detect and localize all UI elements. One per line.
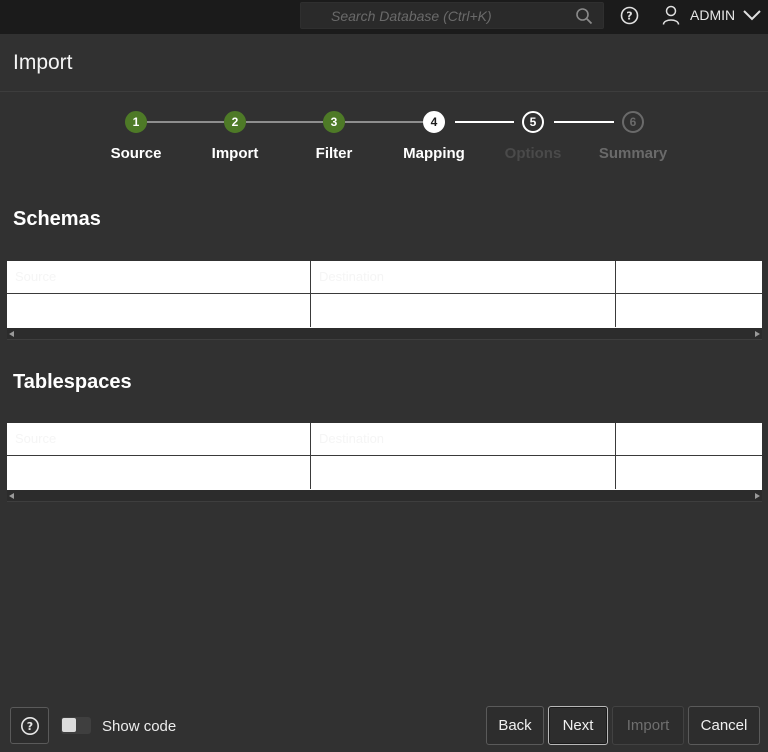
- next-button[interactable]: Next: [548, 706, 608, 745]
- step-1-indicator[interactable]: 1: [125, 111, 147, 133]
- step-connector: [345, 121, 423, 123]
- back-button[interactable]: Back: [486, 706, 544, 745]
- grid-cell[interactable]: [7, 456, 311, 489]
- step-3-indicator[interactable]: 3: [323, 111, 345, 133]
- column-header-destination[interactable]: Destination: [311, 261, 616, 294]
- column-header-destination[interactable]: Destination: [311, 423, 616, 456]
- scroll-right-icon[interactable]: [755, 493, 760, 499]
- chevron-down-icon[interactable]: [742, 8, 762, 22]
- table-row[interactable]: [7, 456, 762, 489]
- table-row[interactable]: [7, 294, 762, 327]
- column-header-source[interactable]: Source: [7, 261, 311, 294]
- search-icon[interactable]: [575, 7, 593, 25]
- scroll-right-icon[interactable]: [755, 331, 760, 337]
- grid-cell[interactable]: [311, 456, 616, 489]
- cancel-button[interactable]: Cancel: [688, 706, 760, 745]
- scroll-left-icon[interactable]: [9, 331, 14, 337]
- step-4-indicator[interactable]: 4: [423, 111, 445, 133]
- step-1-label[interactable]: Source: [81, 145, 191, 162]
- search-placeholder: Search Database (Ctrl+K): [331, 8, 492, 24]
- user-icon[interactable]: [662, 5, 680, 25]
- tablespaces-grid: Source Destination: [7, 423, 762, 490]
- schemas-grid: Source Destination: [7, 261, 762, 328]
- help-icon[interactable]: ?: [620, 6, 639, 25]
- tablespaces-heading: Tablespaces: [13, 371, 132, 393]
- step-5-label[interactable]: Options: [478, 145, 588, 162]
- show-code-label: Show code: [102, 718, 177, 735]
- step-connector: [246, 121, 323, 123]
- help-button[interactable]: ?: [10, 707, 49, 744]
- step-6-label: Summary: [598, 145, 668, 162]
- wizard-stepper: 1 2 3 4 5 6 Source Import Filter Mapping…: [0, 100, 768, 170]
- step-connector: [147, 121, 224, 123]
- grid-header-row: Source Destination: [7, 261, 762, 294]
- step-4-label[interactable]: Mapping: [379, 145, 489, 162]
- page-header: Import: [0, 34, 768, 92]
- step-5-indicator[interactable]: 5: [522, 111, 544, 133]
- step-2-label[interactable]: Import: [180, 145, 290, 162]
- user-menu-button[interactable]: ADMIN: [690, 7, 735, 23]
- grid-cell[interactable]: [7, 294, 311, 327]
- tablespaces-horizontal-scrollbar[interactable]: [7, 490, 762, 502]
- column-header-source[interactable]: Source: [7, 423, 311, 456]
- top-bar: Search Database (Ctrl+K) ? ADMIN: [0, 0, 768, 34]
- show-code-toggle[interactable]: [61, 717, 91, 734]
- help-icon: ?: [21, 717, 39, 735]
- column-header-extra: [616, 423, 762, 456]
- step-connector: [455, 121, 514, 123]
- step-3-label[interactable]: Filter: [279, 145, 389, 162]
- scroll-left-icon[interactable]: [9, 493, 14, 499]
- grid-cell[interactable]: [311, 294, 616, 327]
- grid-cell[interactable]: [616, 456, 762, 489]
- step-6-indicator: 6: [622, 111, 644, 133]
- step-connector: [554, 121, 614, 123]
- schemas-horizontal-scrollbar[interactable]: [7, 328, 762, 340]
- search-input[interactable]: Search Database (Ctrl+K): [300, 2, 604, 29]
- grid-header-row: Source Destination: [7, 423, 762, 456]
- import-button: Import: [612, 706, 684, 745]
- toggle-knob: [62, 718, 76, 732]
- schemas-heading: Schemas: [13, 208, 101, 230]
- svg-text:?: ?: [626, 10, 632, 23]
- column-header-extra: [616, 261, 762, 294]
- svg-text:?: ?: [27, 720, 33, 733]
- grid-cell[interactable]: [616, 294, 762, 327]
- step-2-indicator[interactable]: 2: [224, 111, 246, 133]
- page-title: Import: [13, 51, 73, 74]
